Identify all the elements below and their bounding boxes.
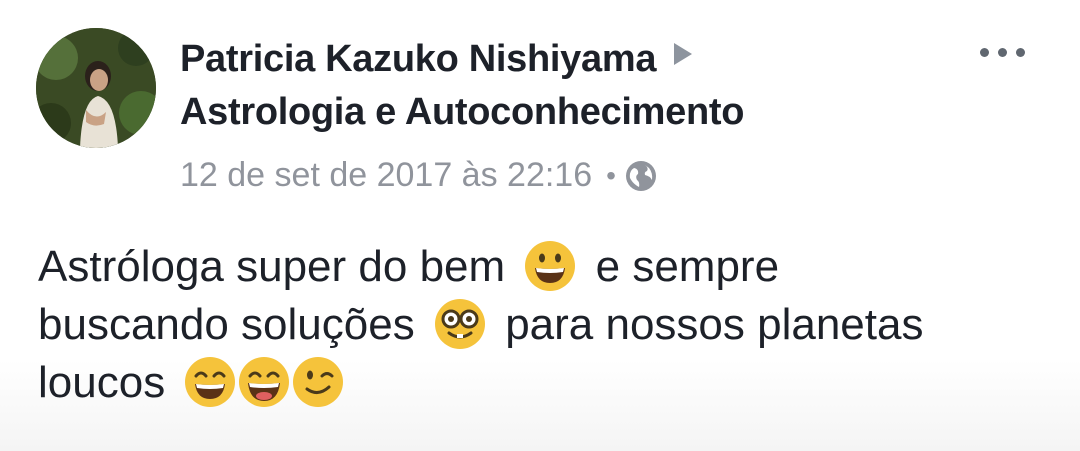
author-name[interactable]: Patricia Kazuko Nishiyama bbox=[180, 38, 656, 80]
avatar[interactable] bbox=[36, 28, 156, 148]
more-dot bbox=[997, 47, 1007, 57]
facebook-post: Patricia Kazuko Nishiyama Astrologia e A… bbox=[0, 0, 1080, 451]
nerd-face-emoji-icon bbox=[434, 299, 485, 349]
post-text-segment: para nossos planetas bbox=[505, 300, 924, 349]
winking-face-emoji-icon bbox=[293, 357, 344, 407]
post-text-segment: Astróloga super do bem bbox=[38, 242, 506, 291]
grinning-face-emoji-icon bbox=[525, 241, 576, 291]
post-timestamp[interactable]: 12 de set de 2017 às 22:16 bbox=[180, 156, 592, 195]
arrow-right-icon bbox=[674, 43, 693, 65]
more-dot bbox=[1015, 47, 1025, 57]
post-body: Astróloga super do bem e sempre buscando… bbox=[38, 238, 1048, 412]
more-options-button[interactable] bbox=[972, 32, 1032, 72]
group-name[interactable]: Astrologia e Autoconhecimento bbox=[180, 91, 744, 134]
meta-separator: • bbox=[606, 159, 616, 191]
more-dot bbox=[979, 47, 989, 57]
grinning-squinting-face-emoji-icon bbox=[239, 357, 290, 407]
post-text-segment: e sempre bbox=[595, 242, 780, 291]
smiling-face-closed-eyes-emoji-icon bbox=[185, 357, 236, 407]
post-text-segment: buscando soluções bbox=[38, 300, 415, 349]
post-meta: 12 de set de 2017 às 22:16 • bbox=[180, 156, 658, 195]
globe-icon bbox=[625, 160, 656, 191]
post-header-title: Patricia Kazuko Nishiyama bbox=[180, 38, 693, 81]
post-text-segment: loucos bbox=[38, 358, 166, 407]
